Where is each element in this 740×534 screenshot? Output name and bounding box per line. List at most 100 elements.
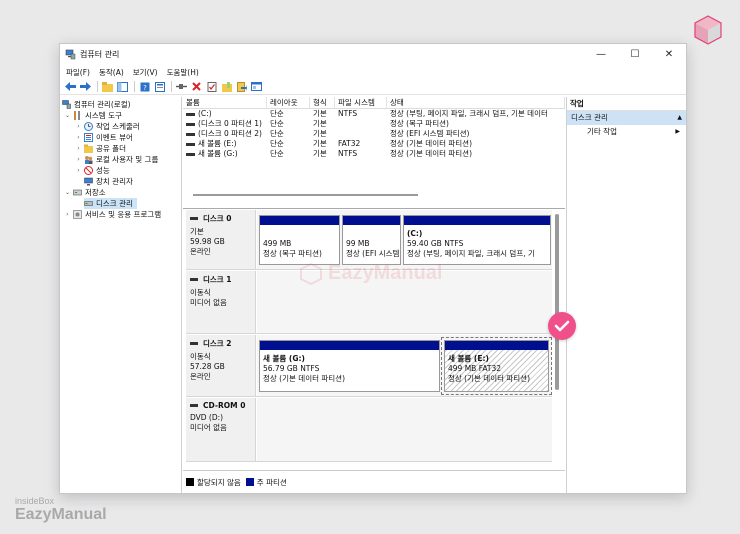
table-row[interactable]: 새 볼륨 (E:) 단순 기본 FAT32 정상 (기본 데이터 파티션) <box>183 139 565 149</box>
tree-item-services-applications[interactable]: › 서비스 및 응용 프로그램 <box>64 209 161 220</box>
column-header-type[interactable]: 형식 <box>310 97 335 108</box>
disk-row[interactable]: 디스크 2 이동식 57.28 GB 온라인 새 볼륨 (G:) 56.79 GB… <box>186 335 552 397</box>
chevron-right-icon[interactable]: › <box>75 134 82 141</box>
partition-g[interactable]: 새 볼륨 (G:) 56.79 GB NTFS 정상 (기본 데이터 파티션) <box>259 340 440 392</box>
up-folder-button[interactable] <box>101 80 114 93</box>
volume-type: 기본 <box>313 109 327 118</box>
disk-label[interactable]: 디스크 1 이동식 미디어 없음 <box>186 271 256 333</box>
disk-row[interactable]: CD-ROM 0 DVD (D:) 미디어 없음 <box>186 398 552 462</box>
minimize-button[interactable]: — <box>584 44 618 65</box>
device-manager-icon <box>84 177 93 186</box>
volume-filesystem: FAT32 <box>338 139 361 148</box>
checklist-button[interactable] <box>205 80 218 93</box>
partition-title: 새 볼륨 (G:) <box>263 354 305 363</box>
table-row[interactable]: (C:) 단순 기본 NTFS 정상 (부팅, 페이지 파일, 크래시 덤프, … <box>183 109 565 119</box>
table-row[interactable]: (디스크 0 파티션 1) 단순 기본 정상 (복구 파티션) <box>183 119 565 129</box>
brand-big-text: EazyManual <box>15 506 107 523</box>
properties-button[interactable] <box>153 80 166 93</box>
partition-recovery[interactable]: 499 MB 정상 (복구 파티션) <box>259 215 340 265</box>
disk-state: 미디어 없음 <box>190 298 227 307</box>
table-row[interactable]: (디스크 0 파티션 2) 단순 기본 정상 (EFI 시스템 파티션) <box>183 129 565 139</box>
computer-management-icon <box>62 100 71 109</box>
tree-label: 작업 스케줄러 <box>96 122 140 131</box>
column-header-status[interactable]: 상태 <box>387 97 565 108</box>
tree-item-task-scheduler[interactable]: › 작업 스케줄러 <box>75 121 140 132</box>
horizontal-scrollbar[interactable] <box>193 194 418 196</box>
chevron-right-icon[interactable]: › <box>75 167 82 174</box>
maximize-icon: ☐ <box>630 49 640 60</box>
partition-status: 정상 (복구 파티션) <box>263 249 322 258</box>
tree-item-device-manager[interactable]: 장치 관리자 <box>84 176 133 187</box>
show-hide-tree-button[interactable] <box>116 80 129 93</box>
arrow-left-icon <box>65 82 76 91</box>
tree-item-storage[interactable]: ⌄ 저장소 <box>64 187 106 198</box>
action-more-actions[interactable]: 기타 작업 ▶ <box>567 125 686 139</box>
menu-file[interactable]: 파일(F) <box>66 67 90 78</box>
brand-small-text: insideBox <box>15 496 55 506</box>
partition-size: 499 MB FAT32 <box>448 364 501 373</box>
volume-layout: 단순 <box>270 149 284 158</box>
open-folder-button[interactable] <box>220 80 233 93</box>
disk-state: 온라인 <box>190 247 211 256</box>
chevron-right-icon[interactable]: › <box>64 211 71 218</box>
watermark: EazyManual <box>300 262 442 285</box>
actions-pane: 작업 디스크 관리 ▲ 기타 작업 ▶ <box>566 97 686 493</box>
volume-icon <box>186 122 195 126</box>
tree-item-performance[interactable]: › 성능 <box>75 165 110 176</box>
tree-item-disk-management[interactable]: 디스크 관리 <box>84 198 137 209</box>
column-header-filesystem[interactable]: 파일 시스템 <box>335 97 387 108</box>
delete-button[interactable] <box>190 80 203 93</box>
brand-footer: insideBox EazyManual <box>15 496 107 524</box>
menu-action[interactable]: 동작(A) <box>99 67 124 78</box>
help-icon: ? <box>140 82 149 92</box>
partition-status: 정상 (부팅, 페이지 파일, 크래시 덤프, 기 <box>407 249 535 258</box>
console-tree: 컴퓨터 관리(로컬) ⌄ 시스템 도구 › 작업 스케줄러 › 이벤트 뷰어 ›… <box>60 97 182 493</box>
tree-item-system-tools[interactable]: ⌄ 시스템 도구 <box>64 110 122 121</box>
column-header-volume[interactable]: 볼륨 <box>183 97 267 108</box>
tree-label: 공유 폴더 <box>96 144 126 153</box>
chevron-right-icon[interactable]: › <box>75 145 82 152</box>
chevron-down-icon[interactable]: ⌄ <box>64 112 71 119</box>
volume-layout: 단순 <box>270 109 284 118</box>
disk-label[interactable]: CD-ROM 0 DVD (D:) 미디어 없음 <box>186 398 256 461</box>
volume-type: 기본 <box>313 129 327 138</box>
disk-label[interactable]: 디스크 2 이동식 57.28 GB 온라인 <box>186 335 256 396</box>
connect-button[interactable] <box>175 80 188 93</box>
close-icon: ✕ <box>664 49 674 60</box>
tree-item-computer-management[interactable]: 컴퓨터 관리(로컬) <box>62 99 131 110</box>
menu-help[interactable]: 도움말(H) <box>167 67 199 78</box>
chevron-right-icon[interactable]: › <box>75 123 82 130</box>
view-button[interactable] <box>250 80 263 93</box>
volume-filesystem <box>335 119 387 129</box>
watermark-cube-icon <box>300 262 322 285</box>
help-button[interactable]: ? <box>138 80 151 93</box>
partition-efi[interactable]: 99 MB 정상 (EFI 시스템 <box>342 215 401 265</box>
menu-view[interactable]: 보기(V) <box>133 67 158 78</box>
tree-item-shared-folders[interactable]: › 공유 폴더 <box>75 143 126 154</box>
shortcut-button[interactable] <box>235 80 248 93</box>
chevron-right-icon[interactable]: › <box>75 156 82 163</box>
volume-status: 정상 (EFI 시스템 파티션) <box>390 129 470 138</box>
title-bar: 컴퓨터 관리 — ☐ ✕ <box>60 44 686 65</box>
partition-e[interactable]: 새 볼륨 (E:) 499 MB FAT32 정상 (기본 데이터 파티션) <box>441 337 552 395</box>
disk-label[interactable]: 디스크 0 기본 59.98 GB 온라인 <box>186 210 256 269</box>
disk-type: 이동식 <box>190 288 211 297</box>
window-view-icon <box>251 82 262 91</box>
close-button[interactable]: ✕ <box>652 44 686 65</box>
tree-item-local-users-groups[interactable]: › 로컬 사용자 및 그룹 <box>75 154 158 165</box>
vertical-scrollbar[interactable] <box>555 214 559 390</box>
maximize-button[interactable]: ☐ <box>618 44 652 65</box>
volume-name: 새 볼륨 (E:) <box>198 139 237 148</box>
forward-button[interactable] <box>79 80 92 93</box>
tree-label: 장치 관리자 <box>96 177 133 186</box>
chevron-down-icon[interactable]: ⌄ <box>64 189 71 196</box>
tree-item-event-viewer[interactable]: › 이벤트 뷰어 <box>75 132 133 143</box>
table-row[interactable]: 새 볼륨 (G:) 단순 기본 NTFS 정상 (기본 데이터 파티션) <box>183 149 565 159</box>
volume-name: 새 볼륨 (G:) <box>198 149 238 158</box>
action-disk-management[interactable]: 디스크 관리 ▲ <box>567 111 686 125</box>
column-header-layout[interactable]: 레이아웃 <box>267 97 310 108</box>
back-button[interactable] <box>64 80 77 93</box>
partition-c[interactable]: (C:) 59.40 GB NTFS 정상 (부팅, 페이지 파일, 크래시 덤프,… <box>403 215 551 265</box>
volume-name: (C:) <box>198 109 212 118</box>
disk-row[interactable]: 디스크 0 기본 59.98 GB 온라인 499 MB 정상 (복구 파티션) … <box>186 210 552 270</box>
